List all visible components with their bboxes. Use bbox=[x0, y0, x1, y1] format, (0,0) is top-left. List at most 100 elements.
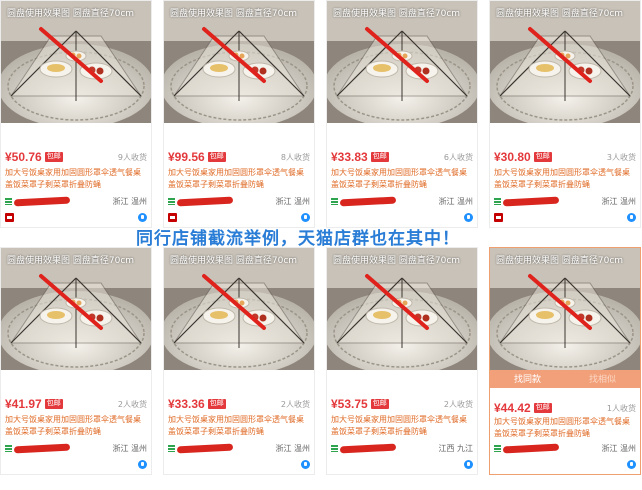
shop-icon bbox=[494, 444, 501, 452]
free-shipping-badge: 包邮 bbox=[533, 152, 552, 162]
sales-count: 2人收货 bbox=[117, 399, 147, 409]
shop-location: 浙江 温州 bbox=[438, 196, 473, 206]
price-row: ¥99.56 包邮 8人收货 bbox=[168, 149, 310, 165]
badge-row bbox=[168, 458, 310, 470]
shop-location: 江西 九江 bbox=[438, 443, 473, 453]
free-shipping-badge: 包邮 bbox=[207, 152, 226, 162]
product-card[interactable]: 圆盘使用效果图 圆盘直径70cm ¥33.36 包邮 2人收货 加大号饭桌家用加… bbox=[163, 247, 315, 475]
image-caption: 圆盘使用效果图 圆盘直径70cm bbox=[7, 256, 135, 266]
product-title[interactable]: 加大号饭桌家用加固圆形罩伞透气餐桌盖饭菜罩子剩菜罩折叠防蝇 bbox=[5, 167, 147, 191]
shop-icon bbox=[168, 444, 175, 452]
shop-location: 浙江 温州 bbox=[275, 196, 310, 206]
product-image[interactable]: 圆盘使用效果图 圆盘直径70cm bbox=[1, 1, 151, 123]
product-price: ¥30.80 bbox=[494, 150, 531, 164]
product-title[interactable]: 加大号饭桌家用加固圆形罩伞透气餐桌盖饭菜罩子剩菜罩折叠防蝇 bbox=[331, 414, 473, 438]
product-title[interactable]: 加大号饭桌家用加固圆形罩伞透气餐桌盖饭菜罩子剩菜罩折叠防蝇 bbox=[494, 167, 636, 191]
product-price: ¥44.42 bbox=[494, 401, 531, 415]
shop-row: 浙江 温州 bbox=[494, 195, 636, 207]
shop-icon bbox=[168, 197, 175, 205]
shop-location: 浙江 温州 bbox=[275, 443, 310, 453]
product-card[interactable]: 圆盘使用效果图 圆盘直径70cm ¥99.56 包邮 8人收货 加大号饭桌家用加… bbox=[163, 0, 315, 228]
shop-icon bbox=[331, 444, 338, 452]
product-price: ¥50.76 bbox=[5, 150, 42, 164]
redacted-shop-name[interactable] bbox=[339, 196, 397, 206]
shop-location: 浙江 温州 bbox=[601, 196, 636, 206]
shop-row: 浙江 温州 bbox=[5, 442, 147, 454]
shop-row: 浙江 温州 bbox=[5, 195, 147, 207]
tmall-icon[interactable] bbox=[494, 212, 503, 222]
badge-row bbox=[331, 211, 473, 223]
badge-row bbox=[494, 211, 636, 223]
image-caption: 圆盘使用效果图 圆盘直径70cm bbox=[496, 9, 624, 19]
sales-count: 8人收货 bbox=[280, 152, 310, 162]
product-price: ¥33.83 bbox=[331, 150, 368, 164]
redacted-shop-name[interactable] bbox=[502, 443, 560, 453]
product-title[interactable]: 加大号饭桌家用加固圆形罩伞透气餐桌盖饭菜罩子剩菜罩折叠防蝇 bbox=[494, 416, 636, 440]
product-image[interactable]: 圆盘使用效果图 圆盘直径70cm bbox=[490, 248, 640, 370]
product-card[interactable]: 圆盘使用效果图 圆盘直径70cm 找同款 找相似 ¥44.42 包邮 1人收货 … bbox=[489, 247, 641, 475]
redacted-shop-name[interactable] bbox=[176, 443, 234, 453]
redacted-shop-name[interactable] bbox=[13, 196, 71, 206]
wangwang-chat-icon[interactable] bbox=[627, 212, 636, 222]
product-card[interactable]: 圆盘使用效果图 圆盘直径70cm ¥41.97 包邮 2人收货 加大号饭桌家用加… bbox=[0, 247, 152, 475]
price-row: ¥30.80 包邮 3人收货 bbox=[494, 149, 636, 165]
product-price: ¥33.36 bbox=[168, 397, 205, 411]
wangwang-chat-icon[interactable] bbox=[464, 212, 473, 222]
shop-icon bbox=[5, 197, 12, 205]
wangwang-chat-icon[interactable] bbox=[138, 459, 147, 469]
wangwang-chat-icon[interactable] bbox=[627, 459, 636, 469]
image-caption: 圆盘使用效果图 圆盘直径70cm bbox=[170, 256, 298, 266]
badge-row bbox=[168, 211, 310, 223]
shop-location: 浙江 温州 bbox=[112, 443, 147, 453]
product-image[interactable]: 圆盘使用效果图 圆盘直径70cm bbox=[1, 248, 151, 370]
shop-row: 江西 九江 bbox=[331, 442, 473, 454]
badge-row bbox=[5, 211, 147, 223]
redacted-shop-name[interactable] bbox=[339, 443, 397, 453]
price-row: ¥50.76 包邮 9人收货 bbox=[5, 149, 147, 165]
wangwang-chat-icon[interactable] bbox=[301, 212, 310, 222]
tmall-icon[interactable] bbox=[5, 212, 14, 222]
price-row: ¥44.42 包邮 1人收货 bbox=[494, 400, 636, 416]
redacted-shop-name[interactable] bbox=[502, 196, 560, 206]
annotation-banner: 同行店铺截流举例，天猫店群也在其中！ bbox=[136, 229, 460, 249]
find-similar-button[interactable]: 找相似 bbox=[565, 370, 640, 388]
shop-row: 浙江 温州 bbox=[331, 195, 473, 207]
product-card[interactable]: 圆盘使用效果图 圆盘直径70cm ¥30.80 包邮 3人收货 加大号饭桌家用加… bbox=[489, 0, 641, 228]
product-title[interactable]: 加大号饭桌家用加固圆形罩伞透气餐桌盖饭菜罩子剩菜罩折叠防蝇 bbox=[168, 167, 310, 191]
shop-location: 浙江 温州 bbox=[601, 443, 636, 453]
shop-icon bbox=[494, 197, 501, 205]
product-image[interactable]: 圆盘使用效果图 圆盘直径70cm bbox=[164, 1, 314, 123]
free-shipping-badge: 包邮 bbox=[370, 399, 389, 409]
product-title[interactable]: 加大号饭桌家用加固圆形罩伞透气餐桌盖饭菜罩子剩菜罩折叠防蝇 bbox=[5, 414, 147, 438]
wangwang-chat-icon[interactable] bbox=[464, 459, 473, 469]
product-image[interactable]: 圆盘使用效果图 圆盘直径70cm bbox=[164, 248, 314, 370]
price-row: ¥53.75 包邮 2人收货 bbox=[331, 396, 473, 412]
tmall-icon[interactable] bbox=[168, 212, 177, 222]
product-image[interactable]: 圆盘使用效果图 圆盘直径70cm bbox=[490, 1, 640, 123]
wangwang-chat-icon[interactable] bbox=[301, 459, 310, 469]
sales-count: 3人收货 bbox=[606, 152, 636, 162]
redacted-shop-name[interactable] bbox=[13, 443, 71, 453]
product-title[interactable]: 加大号饭桌家用加固圆形罩伞透气餐桌盖饭菜罩子剩菜罩折叠防蝇 bbox=[331, 167, 473, 191]
free-shipping-badge: 包邮 bbox=[44, 152, 63, 162]
product-title[interactable]: 加大号饭桌家用加固圆形罩伞透气餐桌盖饭菜罩子剩菜罩折叠防蝇 bbox=[168, 414, 310, 438]
sales-count: 2人收货 bbox=[443, 399, 473, 409]
find-same-button[interactable]: 找同款 bbox=[490, 370, 565, 388]
product-card[interactable]: 圆盘使用效果图 圆盘直径70cm ¥50.76 包邮 9人收货 加大号饭桌家用加… bbox=[0, 0, 152, 228]
image-caption: 圆盘使用效果图 圆盘直径70cm bbox=[333, 9, 461, 19]
sales-count: 2人收货 bbox=[280, 399, 310, 409]
product-image[interactable]: 圆盘使用效果图 圆盘直径70cm bbox=[327, 1, 477, 123]
product-image[interactable]: 圆盘使用效果图 圆盘直径70cm bbox=[327, 248, 477, 370]
free-shipping-badge: 包邮 bbox=[44, 399, 63, 409]
product-card[interactable]: 圆盘使用效果图 圆盘直径70cm ¥33.83 包邮 6人收货 加大号饭桌家用加… bbox=[326, 0, 478, 228]
wangwang-chat-icon[interactable] bbox=[138, 212, 147, 222]
sales-count: 1人收货 bbox=[606, 403, 636, 413]
shop-row: 浙江 温州 bbox=[168, 195, 310, 207]
price-row: ¥33.36 包邮 2人收货 bbox=[168, 396, 310, 412]
free-shipping-badge: 包邮 bbox=[370, 152, 389, 162]
product-card[interactable]: 圆盘使用效果图 圆盘直径70cm ¥53.75 包邮 2人收货 加大号饭桌家用加… bbox=[326, 247, 478, 475]
product-price: ¥41.97 bbox=[5, 397, 42, 411]
badge-row bbox=[5, 458, 147, 470]
redacted-shop-name[interactable] bbox=[176, 196, 234, 206]
sales-count: 9人收货 bbox=[117, 152, 147, 162]
